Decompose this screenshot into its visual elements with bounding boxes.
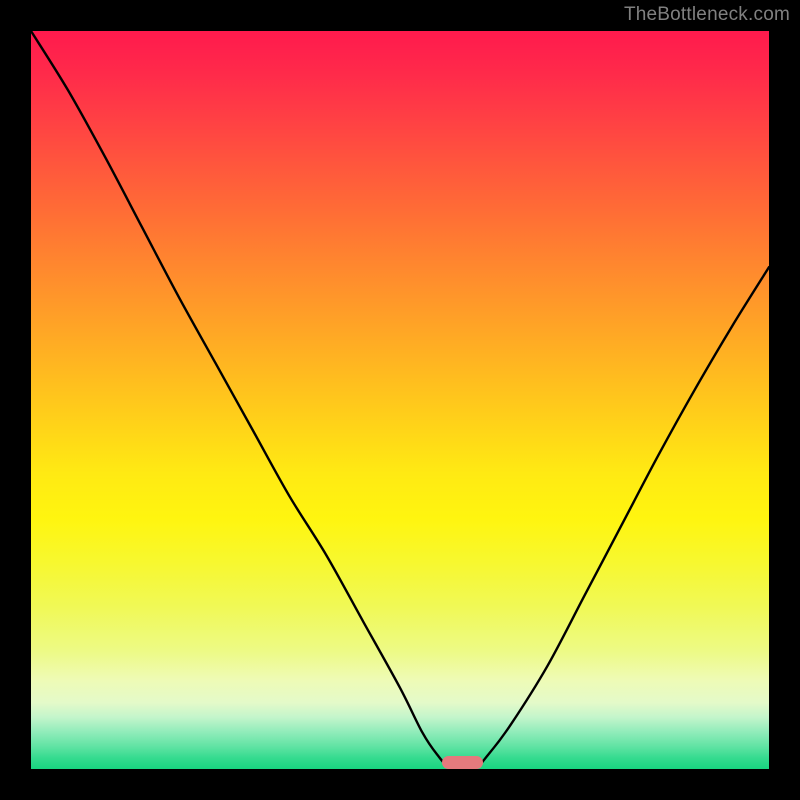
bottleneck-curve (31, 31, 769, 769)
chart-frame: TheBottleneck.com (0, 0, 800, 800)
watermark-text: TheBottleneck.com (624, 4, 790, 26)
optimal-indicator (442, 756, 483, 769)
plot-area (31, 31, 769, 769)
